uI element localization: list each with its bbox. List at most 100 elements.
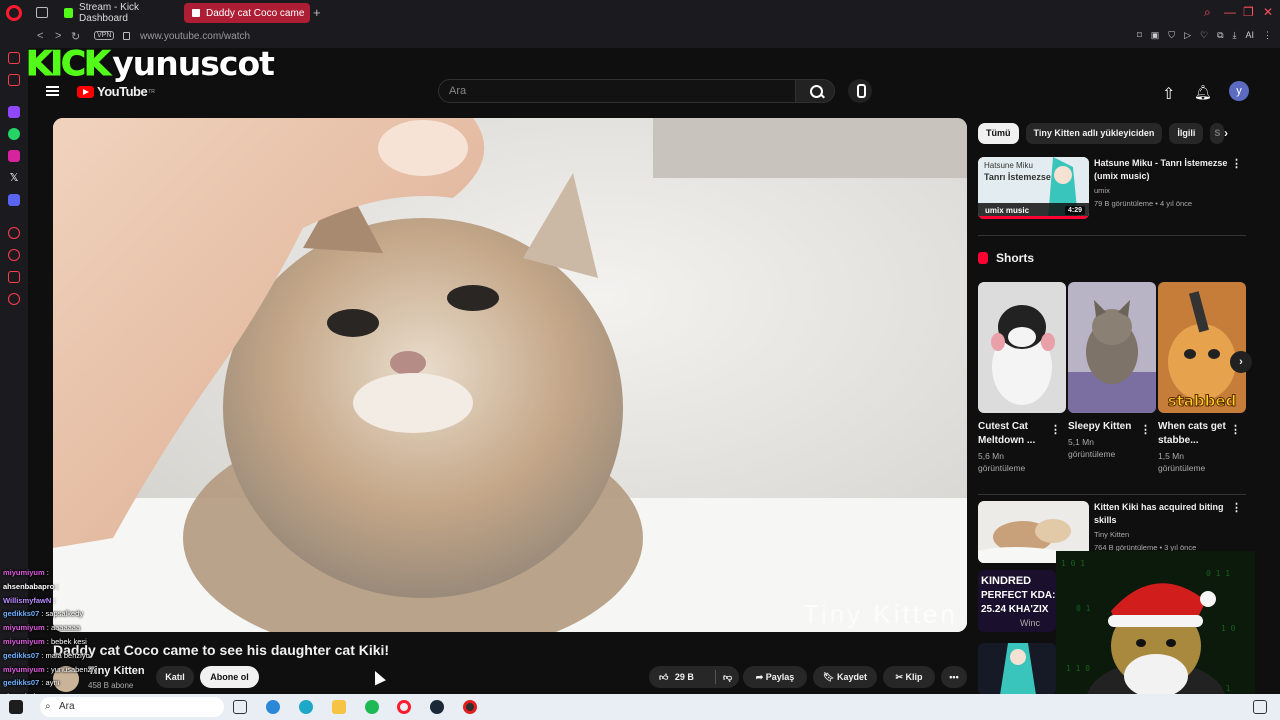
taskbar: ⌕ Ara bbox=[0, 694, 1280, 720]
short-item[interactable]: Cutest Cat Meltdown ... 5,6 Mn görüntüle… bbox=[978, 282, 1066, 474]
dislike-icon[interactable]: 👎︎ bbox=[723, 666, 732, 688]
more-icon[interactable]: ⋮ bbox=[1140, 423, 1151, 436]
pinboard-icon[interactable] bbox=[8, 249, 20, 261]
sidebar-opera-icon[interactable] bbox=[8, 52, 20, 64]
clip-button[interactable]: ✂ Klip bbox=[883, 666, 935, 688]
start-icon[interactable] bbox=[9, 700, 23, 714]
share-button[interactable]: ➦ Paylaş bbox=[743, 666, 807, 688]
short-title[interactable]: Cutest Cat Meltdown ... bbox=[978, 420, 1050, 448]
download-icon[interactable]: ⤓ bbox=[1233, 30, 1237, 41]
settings-icon[interactable] bbox=[8, 293, 20, 305]
video-thumbnail[interactable]: Hatsune Miku Tanrı İstemezse umix music … bbox=[978, 157, 1089, 219]
rec-channel[interactable]: umix bbox=[1094, 186, 1110, 195]
instagram-icon[interactable] bbox=[8, 150, 20, 162]
url-field[interactable]: www.youtube.com/watch bbox=[140, 31, 250, 42]
video-thumbnail[interactable]: KINDRED PERFECT KDA: 1 25.24 KHA'ZIX Win… bbox=[978, 570, 1056, 632]
aria-ai-icon[interactable]: AI bbox=[1245, 30, 1254, 41]
tab-manager-icon[interactable] bbox=[36, 7, 48, 18]
forward-icon[interactable]: > bbox=[55, 30, 61, 42]
recommendation-item[interactable]: Hatsune Miku Tanrı İstemezse umix music … bbox=[978, 157, 1246, 221]
cube-icon[interactable] bbox=[8, 271, 20, 283]
lock-icon[interactable] bbox=[123, 32, 130, 40]
more-icon[interactable]: ⋮ bbox=[1050, 423, 1061, 436]
svg-text:0 1 1: 0 1 1 bbox=[1206, 569, 1230, 578]
short-title[interactable]: Sleepy Kitten bbox=[1068, 420, 1140, 434]
close-icon[interactable]: ✕ bbox=[1263, 5, 1273, 19]
short-title[interactable]: When cats get stabbe... bbox=[1158, 420, 1230, 448]
video-player[interactable]: Tiny Kitten bbox=[53, 118, 967, 632]
short-thumbnail[interactable] bbox=[1068, 282, 1156, 413]
snapshot-icon[interactable]: ⌑ bbox=[1137, 30, 1142, 41]
voice-search-icon[interactable] bbox=[848, 79, 872, 103]
save-button[interactable]: 🔖︎ Kaydet bbox=[813, 666, 877, 688]
chat-message: miyumiyum : yunusabenziy bbox=[3, 663, 223, 677]
vpn-badge[interactable]: VPN bbox=[94, 31, 115, 40]
more-icon[interactable]: ⋮ bbox=[1231, 501, 1242, 514]
spotify-icon[interactable] bbox=[365, 700, 379, 714]
thumb-text: Winc bbox=[1020, 618, 1040, 628]
copilot-icon[interactable] bbox=[266, 700, 280, 714]
task-view-icon[interactable] bbox=[233, 700, 247, 714]
back-icon[interactable]: < bbox=[37, 30, 43, 42]
obs-icon[interactable] bbox=[463, 700, 477, 714]
upload-icon[interactable]: ⇧ bbox=[1162, 84, 1175, 104]
steam-icon[interactable] bbox=[430, 700, 444, 714]
notifications-icon[interactable]: 🔔︎ bbox=[1194, 84, 1212, 101]
shield-icon[interactable]: ⛉ bbox=[1168, 30, 1175, 41]
taskbar-search[interactable]: ⌕ Ara bbox=[40, 697, 224, 717]
rec-channel[interactable]: Tiny Kitten bbox=[1094, 530, 1129, 539]
search-input[interactable]: Ara bbox=[438, 79, 796, 103]
short-item[interactable]: Sleepy Kitten 5,1 Mn görüntüleme ⋮ bbox=[1068, 282, 1156, 460]
short-item[interactable]: stabbed When cats get stabbe... 1,5 Mn g… bbox=[1158, 282, 1246, 474]
history-icon[interactable] bbox=[8, 227, 20, 239]
heart-icon[interactable]: ♡ bbox=[1200, 30, 1208, 41]
more-actions-button[interactable]: ••• bbox=[941, 666, 967, 688]
stream-branding: KICK yunuscot bbox=[25, 47, 274, 82]
chip-all[interactable]: Tümü bbox=[978, 123, 1019, 144]
whatsapp-icon[interactable] bbox=[8, 128, 20, 140]
chip-related[interactable]: İlgili bbox=[1169, 123, 1204, 144]
chip-next[interactable]: S bbox=[1210, 123, 1225, 144]
hamburger-menu-icon[interactable] bbox=[46, 86, 59, 96]
discord-icon[interactable] bbox=[8, 194, 20, 206]
x-icon[interactable]: 𝕏 bbox=[8, 172, 20, 184]
chip-uploader[interactable]: Tiny Kitten adlı yükleyiciden bbox=[1025, 123, 1163, 144]
rec-title[interactable]: Hatsune Miku - Tanrı İstemezse (umix mus… bbox=[1094, 157, 1232, 183]
sidebar-messenger-icon[interactable] bbox=[8, 74, 20, 86]
tab-kick-dashboard[interactable]: Stream - Kick Dashboard bbox=[56, 2, 180, 24]
youtube-logo-text: YouTube bbox=[97, 84, 148, 99]
tab-youtube-video[interactable]: Daddy cat Coco came bbox=[184, 3, 310, 23]
save-label: Kaydet bbox=[836, 672, 867, 682]
search-button[interactable] bbox=[795, 79, 835, 103]
maximize-icon[interactable]: ❐ bbox=[1243, 5, 1254, 19]
account-avatar[interactable]: y bbox=[1229, 81, 1249, 101]
notification-center-icon[interactable] bbox=[1253, 700, 1267, 714]
new-tab-button[interactable]: + bbox=[313, 5, 321, 20]
opera-logo-icon[interactable] bbox=[6, 5, 22, 21]
reload-icon[interactable]: ↻ bbox=[71, 30, 80, 43]
tabs-icon[interactable]: ▣ bbox=[1151, 30, 1160, 41]
like-icon[interactable]: 👍︎ bbox=[659, 672, 668, 682]
menu-icon[interactable]: ⋮ bbox=[1263, 30, 1272, 41]
like-count[interactable]: 29 B bbox=[675, 672, 694, 682]
edge-icon[interactable] bbox=[299, 700, 313, 714]
more-icon[interactable]: ⋮ bbox=[1230, 423, 1241, 436]
more-icon[interactable]: ⋮ bbox=[1231, 157, 1242, 170]
shorts-next-button[interactable]: › bbox=[1230, 351, 1252, 373]
short-thumbnail[interactable] bbox=[978, 282, 1066, 413]
kick-favicon-icon bbox=[64, 8, 74, 18]
opera-icon[interactable] bbox=[397, 700, 411, 714]
search-tabs-icon[interactable]: ⌕ bbox=[1204, 5, 1211, 20]
youtube-logo[interactable]: YouTube TR bbox=[77, 84, 155, 99]
minimize-icon[interactable]: — bbox=[1224, 5, 1236, 19]
extension-icon[interactable]: ⧉ bbox=[1217, 30, 1223, 41]
video-thumbnail[interactable] bbox=[978, 643, 1056, 695]
rec-title[interactable]: Kitten Kiki has acquired biting skills bbox=[1094, 501, 1232, 527]
twitch-icon[interactable] bbox=[8, 106, 20, 118]
file-explorer-icon[interactable] bbox=[332, 700, 346, 714]
short-thumbnail[interactable]: stabbed bbox=[1158, 282, 1246, 413]
stabbed-cat-thumbnail-art: stabbed bbox=[1158, 282, 1246, 413]
play-icon[interactable]: ▷ bbox=[1184, 30, 1191, 41]
chevron-right-icon[interactable]: › bbox=[1224, 126, 1228, 140]
divider bbox=[978, 235, 1246, 236]
